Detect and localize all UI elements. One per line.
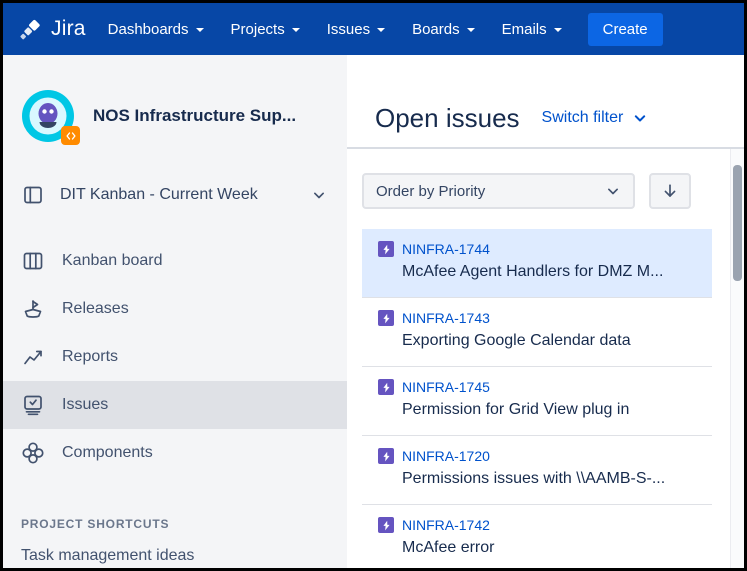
nav-label: Emails bbox=[501, 20, 547, 38]
nav-label: Issues bbox=[326, 20, 371, 38]
sidebar-item-label: Releases bbox=[62, 300, 129, 317]
sidebar-item-label: Issues bbox=[62, 396, 109, 413]
sidebar-item-issues[interactable]: Issues bbox=[3, 381, 347, 429]
chevron-down-icon bbox=[466, 28, 475, 32]
issue-row[interactable]: NINFRA-1744 McAfee Agent Handlers for DM… bbox=[362, 229, 712, 298]
jira-logo[interactable]: Jira bbox=[19, 17, 86, 42]
issue-summary: McAfee Agent Handlers for DMZ M... bbox=[402, 263, 664, 280]
issue-key-link[interactable]: NINFRA-1744 bbox=[402, 241, 490, 257]
issue-type-bolt-icon bbox=[378, 448, 394, 464]
issue-type-bolt-icon bbox=[378, 310, 394, 326]
chart-icon bbox=[24, 350, 42, 365]
issue-type-bolt-icon bbox=[378, 379, 394, 395]
issue-row[interactable]: NINFRA-1720 Permissions issues with \\AA… bbox=[362, 436, 712, 505]
nav-label: Projects bbox=[230, 20, 285, 38]
project-shortcuts-header: PROJECT SHORTCUTS bbox=[21, 517, 170, 531]
main-header: Open issues Switch filter bbox=[347, 55, 744, 147]
switch-filter-label: Switch filter bbox=[541, 109, 624, 126]
issue-key-link[interactable]: NINFRA-1742 bbox=[402, 517, 490, 533]
scrollbar-thumb[interactable] bbox=[733, 165, 742, 281]
issue-key-link[interactable]: NINFRA-1720 bbox=[402, 448, 490, 464]
sidebar-item-label: Components bbox=[62, 444, 153, 461]
chevron-down-icon bbox=[314, 192, 324, 199]
issues-icon bbox=[24, 395, 42, 416]
page-title: Open issues bbox=[375, 102, 520, 133]
project-sidebar: NOS Infrastructure Sup... DIT Kanban - C… bbox=[3, 55, 347, 568]
list-toolbar: Order by Priority bbox=[362, 173, 712, 209]
issue-row[interactable]: NINFRA-1745 Permission for Grid View plu… bbox=[362, 367, 712, 436]
sort-direction-button[interactable] bbox=[649, 173, 691, 209]
issue-type-bolt-icon bbox=[378, 517, 394, 533]
jira-logo-text: Jira bbox=[51, 17, 86, 40]
board-selector[interactable]: DIT Kanban - Current Week bbox=[3, 171, 347, 219]
main-panel: Open issues Switch filter Order by Prior… bbox=[347, 55, 744, 568]
issue-list: NINFRA-1744 McAfee Agent Handlers for DM… bbox=[362, 229, 712, 568]
project-avatar bbox=[21, 89, 80, 145]
ship-icon bbox=[24, 300, 42, 318]
nav-emails[interactable]: Emails bbox=[502, 21, 562, 38]
nav-projects[interactable]: Projects bbox=[231, 21, 300, 38]
issue-key-link[interactable]: NINFRA-1743 bbox=[402, 310, 490, 326]
project-name: NOS Infrastructure Sup... bbox=[93, 106, 297, 125]
order-by-dropdown[interactable]: Order by Priority bbox=[362, 173, 635, 209]
nav-label: Dashboards bbox=[107, 20, 189, 38]
chevron-down-icon bbox=[553, 28, 562, 32]
chevron-down-icon bbox=[291, 28, 300, 32]
nav-label: Boards bbox=[412, 20, 460, 38]
issue-summary: McAfee error bbox=[402, 539, 495, 556]
shortcut-task-management-ideas[interactable]: Task management ideas bbox=[3, 531, 347, 565]
board-icon bbox=[24, 186, 42, 204]
chevron-down-icon bbox=[635, 115, 646, 122]
issue-summary: Permission for Grid View plug in bbox=[402, 401, 630, 418]
nav-issues[interactable]: Issues bbox=[326, 20, 386, 38]
issue-type-bolt-icon bbox=[378, 241, 394, 257]
nav-boards[interactable]: Boards bbox=[412, 21, 475, 38]
issue-list-panel: Order by Priority NINFRA-1744 McAfee Age… bbox=[347, 149, 744, 568]
components-icon bbox=[22, 442, 44, 464]
order-by-value: Order by Priority bbox=[376, 182, 486, 200]
project-header: NOS Infrastructure Sup... bbox=[3, 89, 347, 145]
sidebar-item-kanban-board[interactable]: Kanban board bbox=[3, 237, 347, 285]
sidebar-menu: Kanban board Releases Reports Issues Com… bbox=[3, 237, 347, 477]
issue-summary: Exporting Google Calendar data bbox=[402, 332, 631, 349]
sidebar-item-label: Kanban board bbox=[62, 252, 163, 269]
sidebar-item-reports[interactable]: Reports bbox=[3, 333, 347, 381]
sidebar-item-releases[interactable]: Releases bbox=[3, 285, 347, 333]
sidebar-item-label: Reports bbox=[62, 348, 119, 365]
jira-logo-icon bbox=[20, 19, 40, 39]
jira-app: Jira Dashboards Projects Issues Boards E… bbox=[0, 0, 747, 571]
create-button[interactable]: Create bbox=[587, 12, 663, 46]
issue-row[interactable]: NINFRA-1743 Exporting Google Calendar da… bbox=[362, 298, 712, 367]
issue-summary: Permissions issues with \\AAMB-S-... bbox=[402, 470, 666, 487]
issue-key-link[interactable]: NINFRA-1745 bbox=[402, 379, 490, 395]
chevron-down-icon bbox=[377, 28, 386, 32]
arrow-down-icon bbox=[664, 184, 676, 197]
board-selector-label: DIT Kanban - Current Week bbox=[60, 186, 258, 203]
switch-filter-link[interactable]: Switch filter bbox=[542, 108, 651, 128]
code-badge-icon bbox=[61, 126, 80, 145]
chevron-down-icon bbox=[195, 28, 204, 32]
chevron-down-icon bbox=[608, 188, 618, 195]
issue-row[interactable]: NINFRA-1742 McAfee error bbox=[362, 505, 712, 568]
issue-list-scrollbar[interactable] bbox=[730, 149, 744, 568]
sidebar-item-components[interactable]: Components bbox=[3, 429, 347, 477]
top-nav: Jira Dashboards Projects Issues Boards E… bbox=[3, 3, 744, 55]
kanban-board-icon bbox=[23, 252, 43, 270]
nav-dashboards[interactable]: Dashboards bbox=[108, 21, 204, 38]
top-nav-menu: Dashboards Projects Issues Boards Emails bbox=[108, 21, 562, 38]
